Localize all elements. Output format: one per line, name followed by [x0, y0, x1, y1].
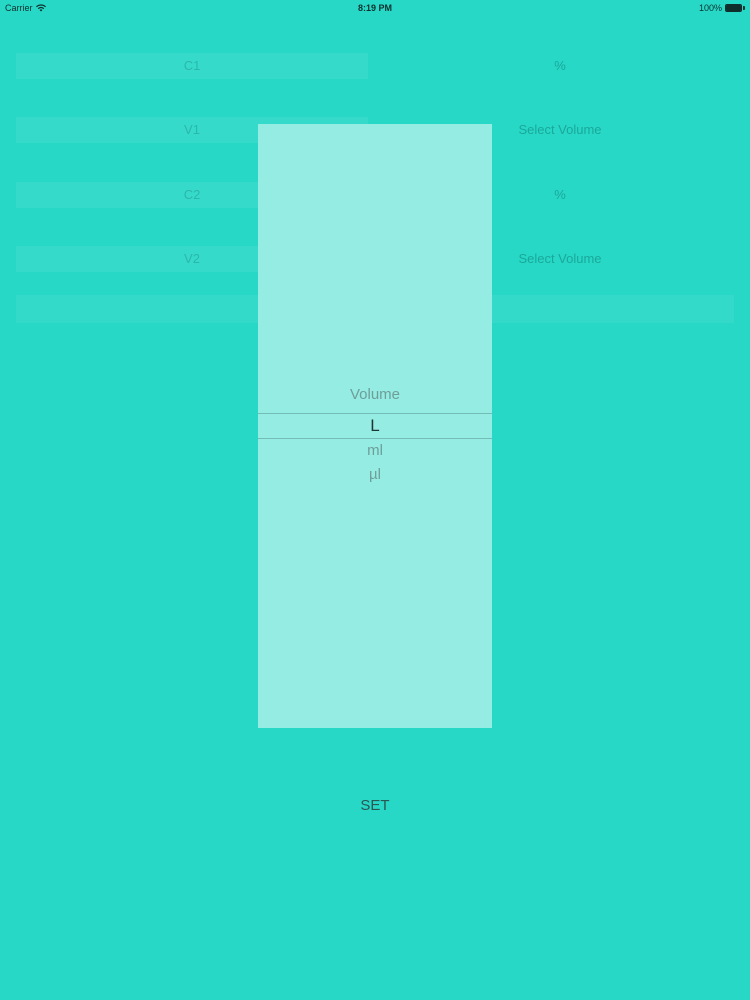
battery-icon	[725, 3, 745, 13]
c1-input[interactable]: C1	[16, 53, 368, 79]
battery-level-fill	[726, 4, 741, 11]
c1-unit-label: %	[554, 58, 566, 73]
battery-percent: 100%	[698, 3, 722, 13]
picker-option-ul[interactable]: µl	[258, 466, 492, 483]
picker-option-ml[interactable]: ml	[258, 442, 492, 459]
status-time: 8:19 PM	[357, 3, 392, 13]
picker-title: Volume	[349, 386, 401, 403]
set-button[interactable]: SET	[325, 793, 425, 817]
picker-option-selected[interactable]: L	[258, 413, 492, 439]
volume-picker[interactable]: Volume L ml µl	[258, 124, 492, 728]
status-bar: Carrier 8:19 PM 100%	[0, 0, 750, 16]
status-right: 100%	[699, 3, 745, 13]
